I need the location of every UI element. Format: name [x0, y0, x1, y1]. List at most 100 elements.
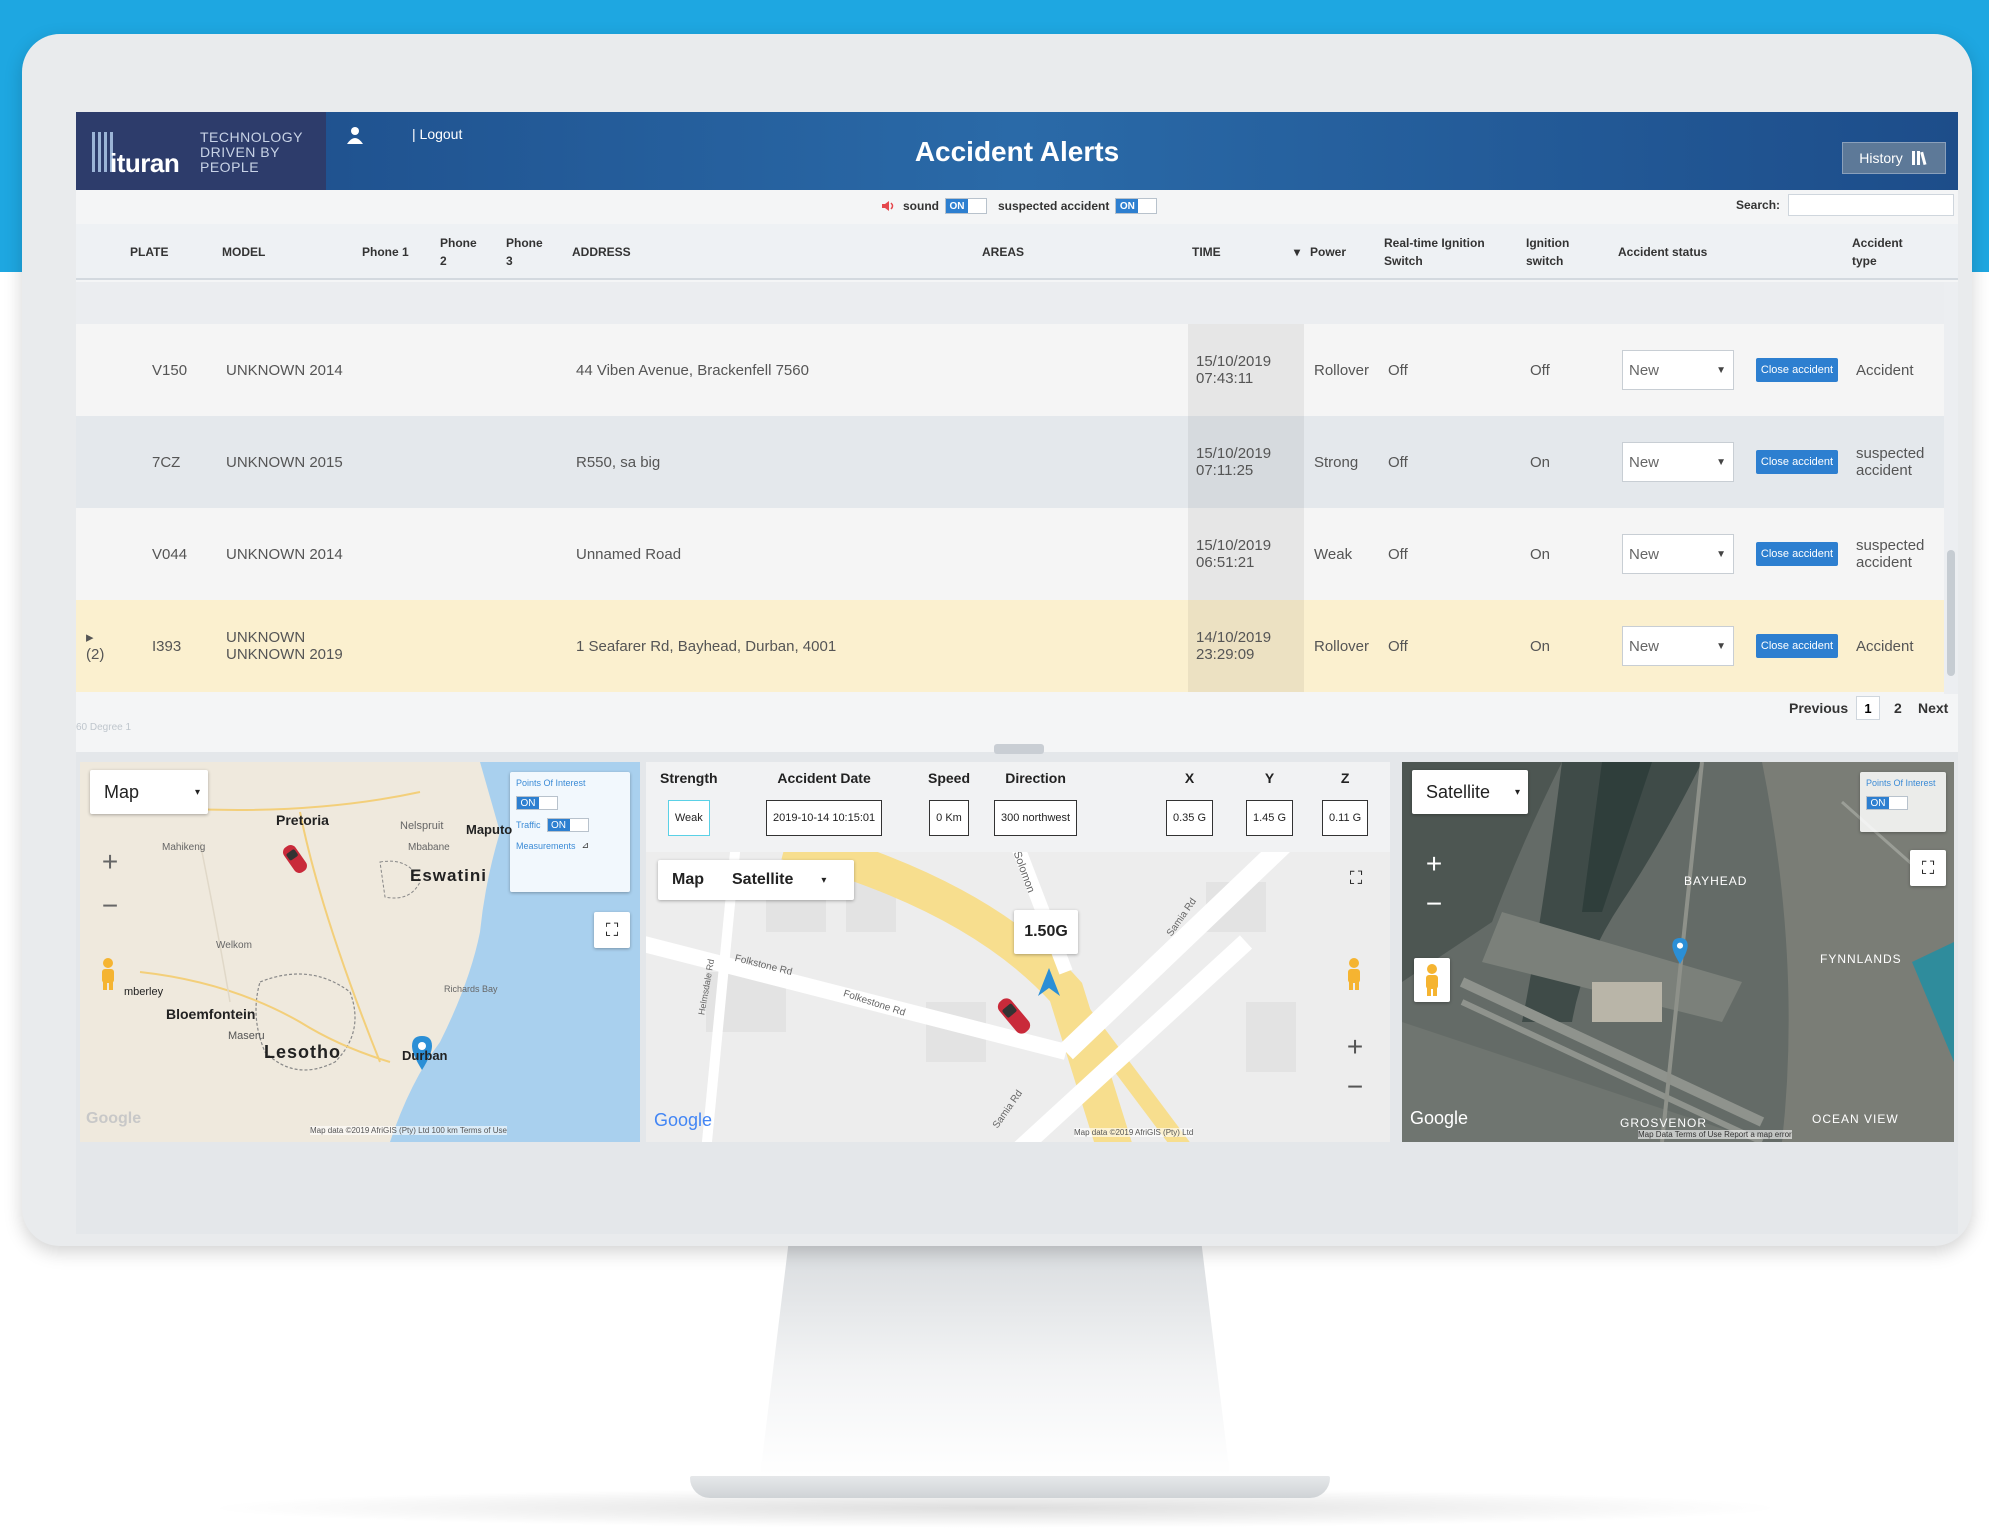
- dropdown-caret-icon: ▼: [1716, 549, 1726, 560]
- map-option[interactable]: Map: [672, 871, 704, 889]
- satellite-option[interactable]: Satellite: [732, 871, 793, 889]
- col-ignition[interactable]: Ignition switch: [1526, 224, 1586, 280]
- traffic-switch-state: ON: [547, 819, 570, 831]
- cell-rt-ignition: Off: [1388, 361, 1408, 379]
- pegman-icon[interactable]: [90, 952, 126, 996]
- cell-power: Weak: [1314, 545, 1353, 563]
- status-value: New: [1629, 637, 1660, 655]
- place-grosvenor: GROSVENOR: [1620, 1116, 1708, 1130]
- row-expand-toggle[interactable]: ▸ (2): [86, 600, 114, 692]
- suspected-switch[interactable]: ON: [1115, 198, 1158, 214]
- sound-switch[interactable]: ON: [945, 198, 987, 214]
- sound-toggle-group: sound ON: [881, 198, 987, 214]
- measurements-row[interactable]: Measurements ⊿: [516, 840, 589, 851]
- dropdown-caret-icon: ▼: [1716, 365, 1726, 376]
- zoom-out-button[interactable]: −: [90, 886, 130, 926]
- filter-bar: sound ON suspected accident ON Search:: [76, 190, 1958, 222]
- col-rt-ignition[interactable]: Real-time Ignition Switch: [1384, 224, 1504, 280]
- col-areas[interactable]: AREAS: [982, 224, 1024, 280]
- cell-plate: V044: [152, 545, 188, 563]
- place-lesotho: Lesotho: [264, 1042, 341, 1062]
- status-value: New: [1629, 453, 1660, 471]
- zoom-out-button[interactable]: −: [1336, 1068, 1374, 1106]
- col-plate[interactable]: PLATE: [130, 224, 168, 280]
- satellite-map[interactable]: Satellite ▾ Points Of Interest ON + − ⛶ …: [1402, 762, 1954, 1142]
- pagination-page-1[interactable]: 1: [1856, 696, 1880, 720]
- info-column: Z 0.11 G: [1322, 770, 1369, 836]
- zoom-in-button[interactable]: +: [1336, 1028, 1374, 1066]
- zoom-in-button[interactable]: +: [1416, 846, 1452, 882]
- place-mahikeng: Mahikeng: [162, 842, 206, 853]
- fullscreen-button[interactable]: ⛶: [1910, 850, 1946, 886]
- col-phone1[interactable]: Phone 1: [362, 224, 409, 280]
- cell-power: Rollover: [1314, 361, 1370, 379]
- scrollbar-thumb[interactable]: [1947, 550, 1955, 676]
- status-select[interactable]: New ▼: [1622, 350, 1734, 390]
- row-expand-toggle[interactable]: [86, 508, 114, 600]
- table-row[interactable]: 7CZ UNKNOWN 2015 R550, sa big 15/10/2019 07…: [76, 416, 1944, 508]
- poi-switch[interactable]: ON: [516, 796, 558, 810]
- map-type-toggle[interactable]: Map Satellite ▾: [658, 860, 854, 900]
- place-eswatini: Eswatini: [410, 866, 487, 885]
- g-force-bubble: 1.50G: [1014, 910, 1078, 954]
- col-phone2[interactable]: Phone 2: [440, 224, 482, 280]
- info-label: Speed: [928, 770, 971, 786]
- col-address[interactable]: ADDRESS: [572, 224, 631, 280]
- status-select[interactable]: New ▼: [1622, 534, 1734, 574]
- traffic-switch[interactable]: ON: [546, 818, 589, 832]
- close-accident-button[interactable]: Close accident: [1756, 542, 1838, 566]
- table-row[interactable]: V044 UNKNOWN 2014 Unnamed Road 15/10/2019 0…: [76, 508, 1944, 600]
- search-input[interactable]: [1788, 194, 1954, 216]
- pegman-icon[interactable]: [1336, 952, 1372, 996]
- map-attribution: Map Data Terms of Use Report a map error: [1638, 1130, 1792, 1139]
- zoom-out-button[interactable]: −: [1416, 886, 1452, 922]
- cell-address: 1 Seafarer Rd, Bayhead, Durban, 4001: [576, 637, 837, 655]
- cell-rt-ignition: Off: [1388, 637, 1408, 655]
- close-accident-button[interactable]: Close accident: [1756, 450, 1838, 474]
- row-expand-toggle[interactable]: [86, 324, 114, 416]
- fullscreen-button[interactable]: ⛶: [594, 912, 630, 948]
- fullscreen-button[interactable]: ⛶: [1338, 860, 1374, 896]
- regional-map[interactable]: Map ▾ Points Of Interest ON Traffic ON Me…: [80, 762, 640, 1142]
- info-label: Z: [1340, 770, 1350, 786]
- satellite-type-select[interactable]: Satellite ▾: [1412, 770, 1528, 814]
- col-power[interactable]: Power: [1310, 224, 1346, 280]
- close-accident-button[interactable]: Close accident: [1756, 634, 1838, 658]
- faint-status-text: 60 Degree 1: [76, 722, 132, 733]
- suspected-toggle-group: suspected accident ON: [998, 198, 1158, 214]
- cell-model: UNKNOWN 2014: [226, 361, 343, 379]
- row-expand-toggle[interactable]: [86, 416, 114, 508]
- map-type-select[interactable]: Map ▾: [90, 770, 208, 814]
- table-row[interactable]: ▸ (2) I393 UNKNOWN UNKNOWN 2019 1 Seafarer …: [76, 600, 1944, 692]
- map-attribution: Map data ©2019 AfriGIS (Pty) Ltd: [1074, 1128, 1194, 1137]
- info-column: Y 1.45 G: [1246, 770, 1294, 836]
- close-accident-button[interactable]: Close accident: [1756, 358, 1838, 382]
- table-row[interactable]: V150 UNKNOWN 2014 44 Viben Avenue, Bracken…: [76, 324, 1944, 416]
- resize-handle[interactable]: [994, 744, 1044, 754]
- status-select[interactable]: New ▼: [1622, 442, 1734, 482]
- pagination-page-2[interactable]: 2: [1894, 700, 1902, 716]
- history-button[interactable]: History: [1842, 142, 1946, 174]
- col-time[interactable]: TIME: [1192, 224, 1221, 280]
- sort-desc-icon[interactable]: ▾: [1294, 224, 1300, 280]
- cell-plate: 7CZ: [152, 453, 181, 471]
- pegman-icon[interactable]: [1414, 958, 1450, 1002]
- cell-model: UNKNOWN UNKNOWN 2019: [226, 629, 343, 663]
- col-type[interactable]: Accident type: [1852, 224, 1912, 280]
- col-status[interactable]: Accident status: [1618, 224, 1707, 280]
- app-screen: ituran TECHNOLOGY DRIVEN BY PEOPLE | Log…: [76, 112, 1958, 1234]
- cell-time: 15/10/2019 06:51:21: [1196, 537, 1272, 571]
- cell-power: Strong: [1314, 453, 1359, 471]
- poi-switch[interactable]: ON: [1866, 796, 1908, 810]
- street-map[interactable]: Map Satellite ▾ 1.50G Folkstone Rd Folke…: [646, 852, 1390, 1142]
- zoom-in-button[interactable]: +: [90, 842, 130, 882]
- status-select[interactable]: New ▼: [1622, 626, 1734, 666]
- col-phone3[interactable]: Phone 3: [506, 224, 548, 280]
- pagination-previous[interactable]: Previous: [1789, 700, 1848, 716]
- pagination-next[interactable]: Next: [1918, 700, 1948, 716]
- table-scrollbar[interactable]: [1944, 282, 1958, 694]
- status-value: New: [1629, 361, 1660, 379]
- dropdown-caret-icon: ▼: [1716, 457, 1726, 468]
- col-model[interactable]: MODEL: [222, 224, 265, 280]
- accident-car-icon: [997, 998, 1031, 1034]
